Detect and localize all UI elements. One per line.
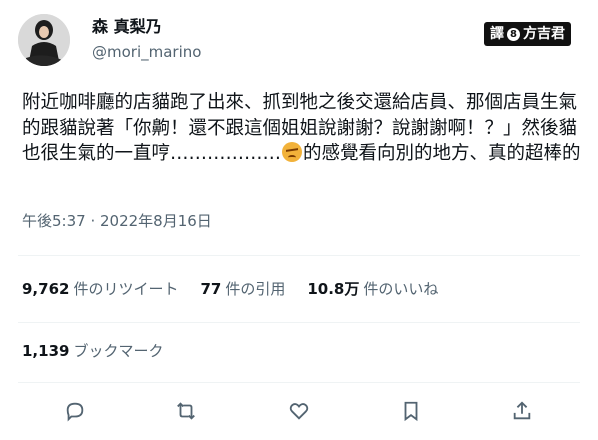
retweets-stat[interactable]: 9,762 件のリツイート	[22, 279, 178, 299]
tweet-text: 附近咖啡廳的店貓跑了出來、抓到牠之後交還給店員、那個店員生氣的跟貓說著「你齁！還…	[22, 90, 582, 167]
share-button[interactable]	[507, 396, 537, 426]
watermark-author: 方吉君	[523, 26, 565, 42]
like-icon	[289, 403, 309, 420]
reply-button[interactable]	[60, 396, 90, 426]
divider	[18, 255, 580, 256]
likes-stat[interactable]: 10.8万 件のいいね	[307, 279, 438, 299]
watermark-badge: 譯 8 方吉君	[484, 22, 571, 46]
divider	[18, 322, 580, 323]
avatar-image	[18, 14, 70, 66]
quotes-count: 77	[200, 280, 222, 298]
angry-face-icon	[282, 142, 303, 162]
watermark-dot-icon: 8	[507, 27, 520, 41]
author-display-name[interactable]: 森 真梨乃	[92, 17, 162, 37]
engagement-stats: 9,762 件のリツイート 77 件の引用 10.8万 件のいいね	[22, 279, 438, 299]
reply-icon	[66, 402, 84, 422]
bookmarks-count: 1,139	[22, 342, 70, 360]
like-button[interactable]	[284, 396, 314, 426]
watermark-label: 譯	[490, 26, 504, 42]
quotes-label: 件の引用	[225, 280, 286, 298]
share-icon	[513, 401, 531, 420]
tweet-timestamp[interactable]: 午後5:37 · 2022年8月16日	[22, 211, 212, 231]
tweet-actions	[0, 396, 598, 426]
retweets-label: 件のリツイート	[73, 280, 179, 298]
avatar[interactable]	[18, 14, 70, 66]
bookmark-button[interactable]	[396, 396, 426, 426]
retweet-icon	[177, 402, 195, 420]
tweet-text-part2: 的感覺看向別的地方、真的超棒的	[303, 143, 581, 164]
retweets-count: 9,762	[22, 280, 70, 298]
bookmarks-label: ブックマーク	[73, 342, 164, 360]
bookmark-icon	[404, 401, 418, 422]
quotes-stat[interactable]: 77 件の引用	[200, 279, 285, 299]
likes-label: 件のいいね	[363, 280, 439, 298]
retweet-button[interactable]	[171, 396, 201, 426]
likes-count: 10.8万	[307, 280, 360, 298]
author-handle[interactable]: @mori_marino	[92, 42, 201, 62]
divider	[18, 382, 580, 383]
bookmarks-stat[interactable]: 1,139 ブックマーク	[22, 341, 163, 361]
